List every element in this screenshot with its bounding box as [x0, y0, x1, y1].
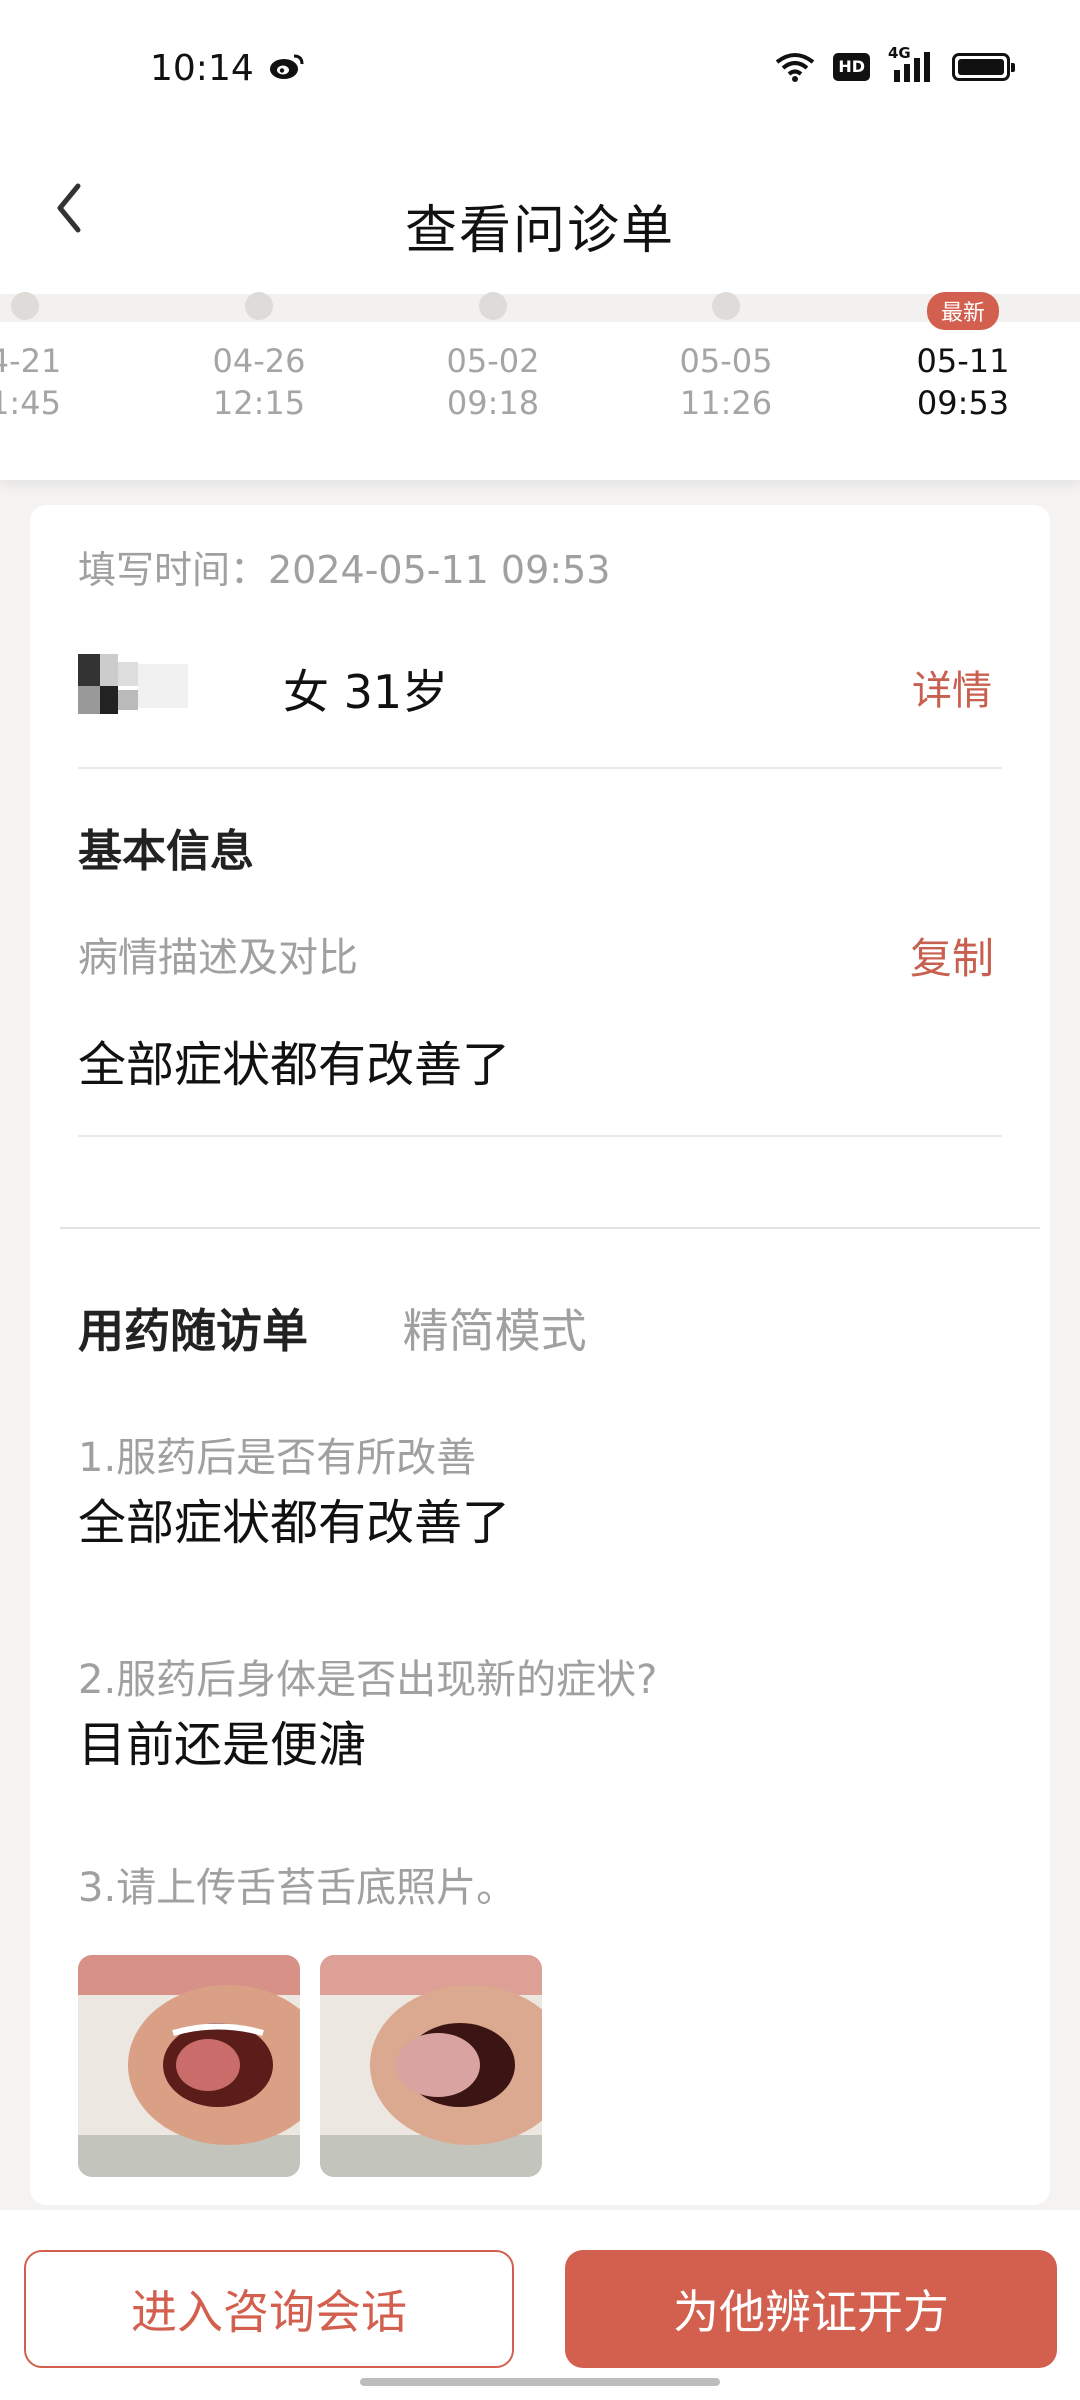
enter-consultation-button[interactable]: 进入咨询会话 — [24, 2250, 514, 2368]
timeline-item-0421[interactable]: 4-21 1:45 — [0, 290, 115, 424]
timeline-time: 09:53 — [916, 384, 1010, 422]
timeline-dot — [11, 292, 39, 320]
timeline-date: 05-11 — [916, 342, 1010, 380]
timeline-date: 4-21 — [0, 342, 62, 380]
timeline-item-0511[interactable]: 最新 05-11 09:53 — [873, 292, 1053, 424]
blurred-name-image — [78, 654, 188, 714]
prescribe-button[interactable]: 为他辨证开方 — [565, 2250, 1057, 2368]
question-2: 2.服药后身体是否出现新的症状? — [78, 1657, 658, 1703]
timeline-item-0426[interactable]: 04-26 12:15 — [169, 290, 349, 424]
divider — [78, 1135, 1002, 1137]
question-3: 3.请上传舌苔舌底照片。 — [78, 1865, 517, 1911]
latest-badge: 最新 — [926, 292, 999, 330]
fill-time: 填写时间：2024-05-11 09:53 — [78, 548, 611, 592]
page-title: 查看问诊单 — [404, 201, 675, 261]
timeline-dot — [245, 292, 273, 320]
status-time: 10:14 — [150, 48, 254, 89]
bottom-action-bar: 进入咨询会话 为他辨证开方 — [0, 2210, 1080, 2400]
copy-button[interactable]: 复制 — [910, 925, 994, 986]
description-label: 病情描述及对比 — [78, 935, 358, 981]
tab-followup[interactable]: 用药随访单 — [78, 1304, 308, 1358]
hd-icon: HD — [833, 53, 870, 81]
timeline-dot — [479, 292, 507, 320]
timeline-date: 05-02 — [446, 342, 540, 380]
status-bar: 10:14 HD 4G — [0, 0, 1080, 140]
timeline-time: 11:26 — [679, 384, 773, 422]
navigation-header: 查看问诊单 — [0, 140, 1080, 280]
timeline-date: 04-26 — [212, 342, 306, 380]
answer-2: 目前还是便溏 — [78, 1717, 367, 1773]
patient-row: 女 31岁 详情 — [78, 650, 1002, 725]
timeline-time: 1:45 — [0, 384, 61, 422]
weibo-icon — [270, 54, 304, 79]
record-timeline: 4-21 1:45 04-26 12:15 05-02 09:18 05-05 … — [0, 280, 1080, 480]
timeline-item-0505[interactable]: 05-05 11:26 — [636, 290, 816, 424]
basic-info-title: 基本信息 — [78, 826, 254, 877]
question-1: 1.服药后是否有所改善 — [78, 1435, 477, 1481]
timeline-time: 12:15 — [212, 384, 306, 422]
followup-tabs: 用药随访单 精简模式 — [78, 1295, 1002, 1361]
detail-link[interactable]: 详情 — [912, 658, 992, 716]
timeline-time: 09:18 — [446, 384, 540, 422]
photo-list — [78, 1955, 1002, 2177]
signal-icon: 4G — [888, 44, 934, 84]
timeline-date: 05-05 — [679, 342, 773, 380]
tab-simple-mode[interactable]: 精简模式 — [403, 1304, 587, 1358]
description-row: 病情描述及对比 复制 — [78, 925, 1002, 983]
consultation-card: 填写时间：2024-05-11 09:53 女 31岁 详情 基本信息 病情描述… — [30, 505, 1050, 2205]
battery-icon — [952, 53, 1015, 81]
description-text: 全部症状都有改善了 — [78, 1037, 511, 1093]
wifi-icon — [776, 53, 815, 82]
status-icons: HD 4G — [775, 44, 1015, 84]
divider — [78, 767, 1002, 769]
tongue-photo[interactable] — [320, 1955, 542, 2177]
section-divider — [60, 1227, 1040, 1229]
answer-1: 全部症状都有改善了 — [78, 1495, 511, 1551]
timeline-item-0502[interactable]: 05-02 09:18 — [403, 290, 583, 424]
tongue-photo[interactable] — [78, 1955, 300, 2177]
patient-info: 女 31岁 — [283, 665, 449, 719]
home-indicator[interactable] — [360, 2378, 720, 2386]
timeline-dot — [712, 292, 740, 320]
